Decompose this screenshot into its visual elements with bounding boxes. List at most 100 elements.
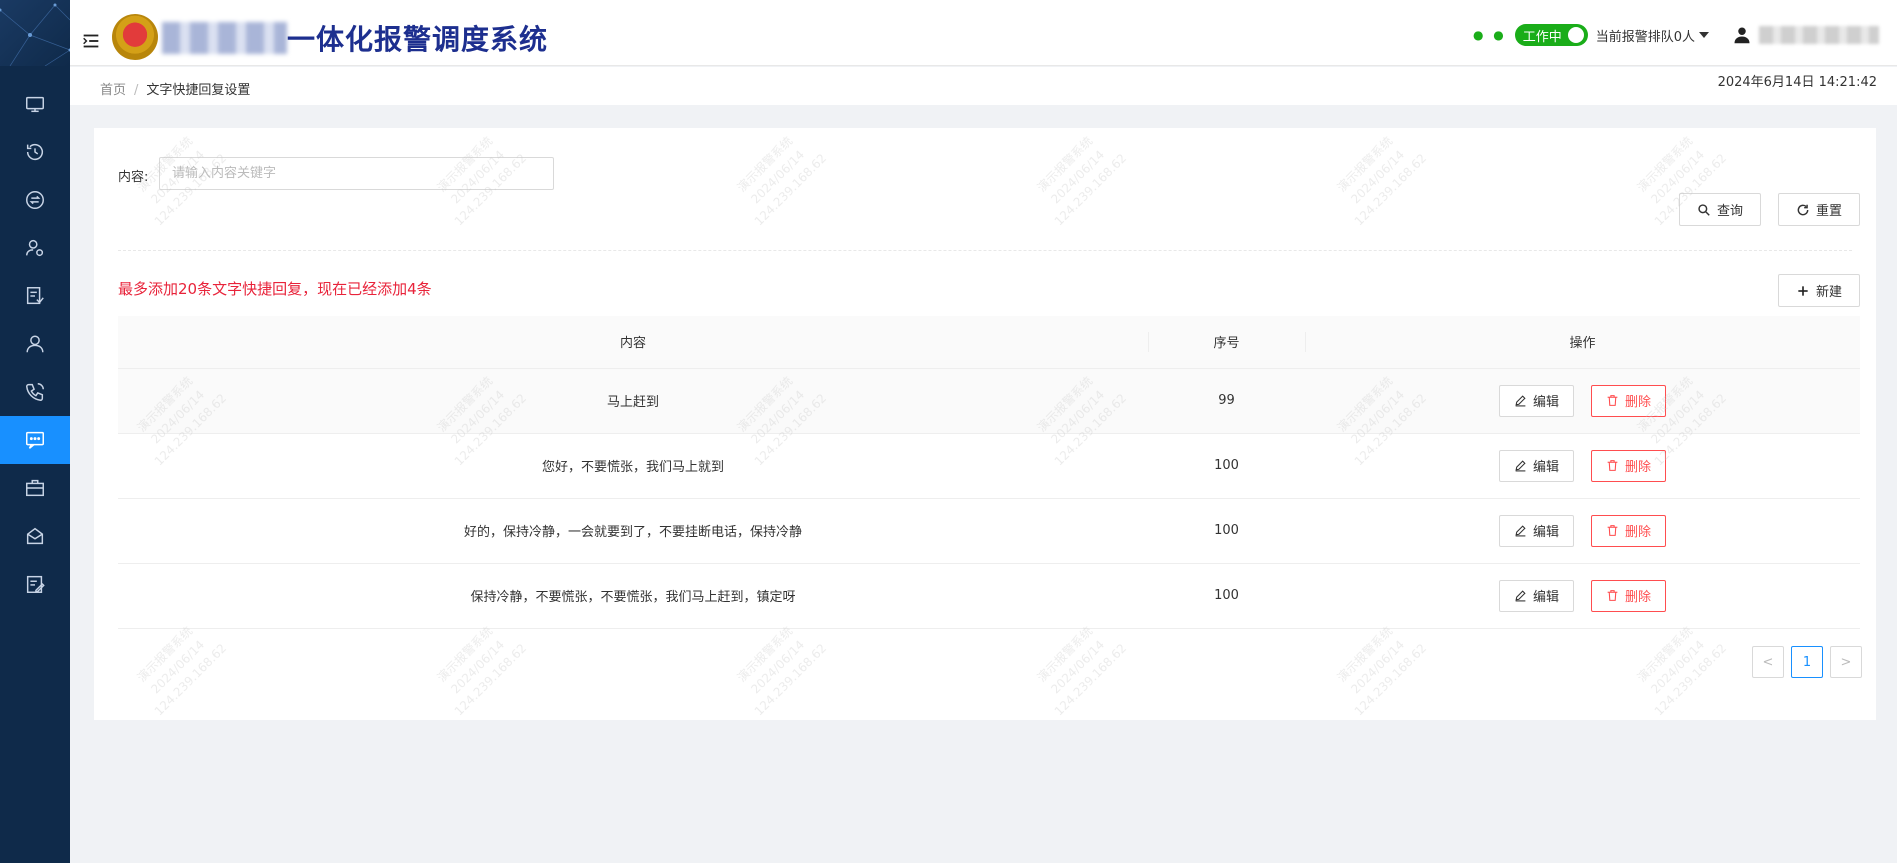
alarm-queue-label: 当前报警排队0人: [1595, 29, 1695, 45]
edit-button[interactable]: 编辑: [1498, 449, 1574, 482]
breadcrumb-bar: 首页 / 文字快捷回复设置 2024年6月14日 14:21:42: [70, 67, 1897, 105]
row-content: 您好，不要慌张，我们马上就到: [118, 433, 1148, 499]
network-pattern-icon: [0, 3, 70, 66]
row-actions: 编辑 删除: [1305, 579, 1860, 612]
sidebar-logo-area: [0, 0, 70, 66]
row-content: 好的，保持冷静，一会就要到了，不要挂断电话，保持冷静: [118, 498, 1148, 564]
work-status-toggle[interactable]: 工作中: [1514, 24, 1588, 46]
pencil-icon: [1515, 460, 1526, 472]
sidebar-item-history[interactable]: [0, 128, 70, 176]
breadcrumb-current: 文字快捷回复设置: [146, 83, 251, 98]
reset-button-label: 重置: [1815, 204, 1842, 219]
column-header-order: 序号: [1148, 316, 1305, 369]
sidebar-nav: [0, 80, 70, 608]
row-order: 100: [1148, 433, 1305, 499]
delete-button[interactable]: 删除: [1591, 514, 1667, 547]
breadcrumb: 首页 / 文字快捷回复设置: [100, 79, 250, 98]
user-icon: [26, 335, 44, 353]
new-button[interactable]: 新建: [1778, 274, 1860, 307]
edit-button[interactable]: 编辑: [1498, 579, 1574, 612]
inbox-icon: [26, 527, 44, 545]
delete-button-label: 删除: [1625, 525, 1652, 540]
user-avatar-icon[interactable]: [1733, 25, 1751, 45]
delete-button[interactable]: 删除: [1591, 384, 1667, 417]
system-title: 一体化报警调度系统: [287, 23, 549, 56]
sidebar-item-edit-note[interactable]: [0, 560, 70, 608]
sidebar-item-phone[interactable]: [0, 368, 70, 416]
delete-button[interactable]: 删除: [1591, 579, 1667, 612]
history-icon: [26, 144, 44, 161]
sidebar-item-user-settings[interactable]: [0, 224, 70, 272]
sidebar-item-transfer[interactable]: [0, 176, 70, 224]
content-search-label: 内容:: [118, 170, 149, 185]
sidebar-item-briefcase[interactable]: [0, 464, 70, 512]
phone-icon: [26, 383, 44, 401]
row-actions: 编辑 删除: [1305, 514, 1860, 547]
trash-icon: [1607, 460, 1618, 471]
row-order: 100: [1148, 498, 1305, 564]
menu-collapse-icon[interactable]: [80, 30, 102, 52]
briefcase-icon: [26, 479, 44, 497]
sidebar-item-user[interactable]: [0, 320, 70, 368]
breadcrumb-home-link[interactable]: 首页: [100, 83, 126, 98]
row-order: 99: [1148, 368, 1305, 434]
edit-button[interactable]: 编辑: [1498, 384, 1574, 417]
sidebar-item-inbox[interactable]: [0, 512, 70, 560]
edit-button[interactable]: 编辑: [1498, 514, 1574, 547]
online-status-dots-icon: ● ●: [1472, 28, 1507, 42]
edit-button-label: 编辑: [1532, 395, 1559, 410]
trash-icon: [1607, 525, 1618, 536]
main-card: 内容: 查询 重置 最多添加20条文字快捷回复，现在已经添加4条 新建 内容 序…: [94, 128, 1876, 720]
message-icon: [26, 431, 44, 449]
sidebar: [0, 0, 70, 863]
edit-note-icon: [26, 575, 45, 593]
plus-icon: [1798, 285, 1808, 296]
edit-button-label: 编辑: [1532, 460, 1559, 475]
new-button-label: 新建: [1815, 285, 1842, 300]
alarm-queue-dropdown[interactable]: 当前报警排队0人: [1596, 26, 1709, 45]
row-content: 马上赶到: [118, 368, 1148, 434]
pencil-icon: [1515, 525, 1526, 537]
police-emblem-logo: [112, 14, 158, 60]
content-search-input[interactable]: [159, 157, 554, 190]
quick-reply-table: 内容 序号 操作 马上赶到 99 编辑 删除 您好，不要慌张，我们马上就到 10…: [118, 316, 1860, 629]
work-status-label: 工作中: [1522, 29, 1562, 45]
monitor-icon: [26, 96, 44, 113]
sidebar-item-monitor[interactable]: [0, 80, 70, 128]
report-icon: [26, 287, 44, 305]
query-button[interactable]: 查询: [1679, 193, 1761, 226]
table-row: 您好，不要慌张，我们马上就到 100 编辑 删除: [118, 433, 1860, 499]
pencil-icon: [1515, 590, 1526, 602]
redacted-username[interactable]: [1759, 26, 1879, 44]
delete-button-label: 删除: [1625, 590, 1652, 605]
sidebar-item-report[interactable]: [0, 272, 70, 320]
query-button-label: 查询: [1716, 204, 1743, 219]
redacted-region-name: [162, 22, 287, 54]
next-page-button[interactable]: >: [1830, 646, 1862, 678]
column-header-content: 内容: [118, 316, 1148, 369]
delete-button-label: 删除: [1625, 395, 1652, 410]
prev-page-button[interactable]: <: [1752, 646, 1784, 678]
user-settings-icon: [26, 239, 44, 257]
quick-reply-limit-notice: 最多添加20条文字快捷回复，现在已经添加4条: [118, 280, 432, 298]
table-header-row: 内容 序号 操作: [118, 316, 1860, 369]
trash-icon: [1607, 590, 1618, 601]
sidebar-item-message[interactable]: [0, 416, 70, 464]
transfer-icon: [26, 191, 44, 209]
top-header: 一体化报警调度系统 ● ● 工作中 当前报警排队0人: [70, 0, 1897, 66]
section-divider: [118, 250, 1852, 251]
delete-button[interactable]: 删除: [1591, 449, 1667, 482]
column-header-actions: 操作: [1305, 316, 1860, 369]
trash-icon: [1607, 395, 1618, 406]
reset-button[interactable]: 重置: [1778, 193, 1860, 226]
row-order: 100: [1148, 563, 1305, 629]
header-status-area: ● ● 工作中 当前报警排队0人: [1473, 24, 1879, 46]
page-number-button[interactable]: 1: [1791, 646, 1823, 678]
breadcrumb-separator: /: [134, 83, 139, 98]
current-datetime: 2024年6月14日 14:21:42: [1717, 75, 1877, 90]
reload-icon: [1797, 204, 1809, 215]
edit-button-label: 编辑: [1532, 525, 1559, 540]
edit-button-label: 编辑: [1532, 590, 1559, 605]
table-row: 马上赶到 99 编辑 删除: [118, 368, 1860, 434]
caret-down-icon: [1699, 32, 1709, 38]
